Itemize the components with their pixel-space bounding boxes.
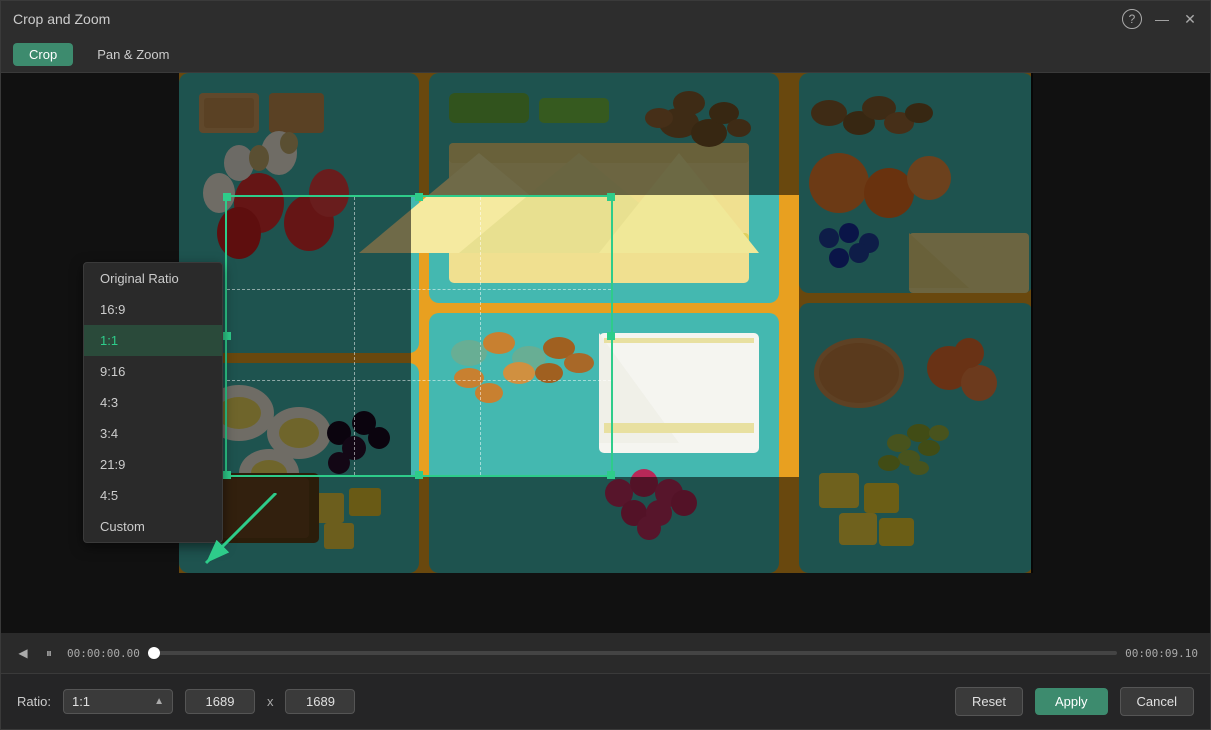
dropdown-item-7[interactable]: 4:5 xyxy=(84,480,222,511)
help-button[interactable]: ? xyxy=(1122,9,1142,29)
timeline-scrubber[interactable] xyxy=(148,651,1117,655)
dropdown-item-1[interactable]: 16:9 xyxy=(84,294,222,325)
title-bar: Crop and Zoom ? — ✕ xyxy=(1,1,1210,37)
dropdown-item-5[interactable]: 3:4 xyxy=(84,418,222,449)
video-preview xyxy=(179,73,1033,573)
ratio-value: 1:1 xyxy=(72,694,148,709)
dropdown-item-0[interactable]: Original Ratio xyxy=(84,263,222,294)
ratio-label: Ratio: xyxy=(17,694,51,709)
main-area: Original Ratio16:91:19:164:33:421:94:5Cu… xyxy=(1,73,1210,673)
timeline-playhead[interactable] xyxy=(148,647,160,659)
bottom-bar: Ratio: 1:1 ▲ x Reset Apply Cancel xyxy=(1,673,1210,729)
prev-frame-button[interactable]: ◀ xyxy=(13,643,33,663)
timeline-current-time: 00:00:00.00 xyxy=(67,647,140,660)
ratio-selector[interactable]: 1:1 ▲ xyxy=(63,689,173,714)
play-pause-button[interactable]: ⏸ xyxy=(39,643,59,663)
dropdown-item-8[interactable]: Custom xyxy=(84,511,222,542)
chevron-down-icon: ▲ xyxy=(154,696,164,707)
tab-bar: Crop Pan & Zoom xyxy=(1,37,1210,73)
cancel-button[interactable]: Cancel xyxy=(1120,687,1194,716)
right-black-bar xyxy=(1031,73,1210,573)
crop-zoom-window: Crop and Zoom ? — ✕ Crop Pan & Zoom xyxy=(0,0,1211,730)
width-input[interactable] xyxy=(185,689,255,714)
dropdown-item-2[interactable]: 1:1 xyxy=(84,325,222,356)
timeline-end-time: 00:00:09.10 xyxy=(1125,647,1198,660)
dropdown-item-4[interactable]: 4:3 xyxy=(84,387,222,418)
tab-crop[interactable]: Crop xyxy=(13,43,73,66)
timeline-controls: ◀ ⏸ xyxy=(13,643,59,663)
dropdown-item-6[interactable]: 21:9 xyxy=(84,449,222,480)
timeline: ◀ ⏸ 00:00:00.00 00:00:09.10 xyxy=(1,633,1210,673)
tab-pan-zoom[interactable]: Pan & Zoom xyxy=(81,43,185,66)
minimize-button[interactable]: — xyxy=(1154,11,1170,27)
dropdown-item-3[interactable]: 9:16 xyxy=(84,356,222,387)
dimension-separator: x xyxy=(267,694,274,709)
title-bar-left: Crop and Zoom xyxy=(13,11,110,27)
window-title: Crop and Zoom xyxy=(13,11,110,27)
close-button[interactable]: ✕ xyxy=(1182,11,1198,27)
ratio-dropdown-menu: Original Ratio16:91:19:164:33:421:94:5Cu… xyxy=(83,262,223,543)
height-input[interactable] xyxy=(285,689,355,714)
apply-button[interactable]: Apply xyxy=(1035,688,1108,715)
title-bar-controls: ? — ✕ xyxy=(1122,9,1198,29)
video-area: Original Ratio16:91:19:164:33:421:94:5Cu… xyxy=(1,73,1210,633)
reset-button[interactable]: Reset xyxy=(955,687,1023,716)
